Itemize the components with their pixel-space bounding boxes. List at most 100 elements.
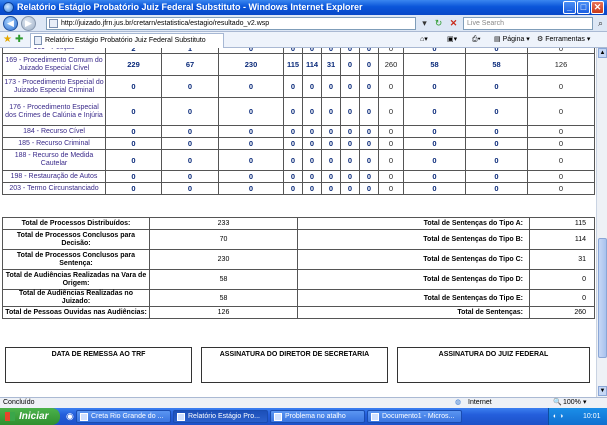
maximize-button[interactable]: □ xyxy=(577,1,590,14)
refresh-icon[interactable]: ↻ xyxy=(432,17,445,30)
signature-box-remessa: DATA DE REMESSA AO TRF xyxy=(5,347,192,383)
table-row: 198 - Restauração de Autos 0 0 0 0 0 0 0… xyxy=(2,170,595,183)
row-name: 169 - Procedimento Comum do Juizado Espe… xyxy=(2,53,106,76)
scroll-up-arrow-icon[interactable]: ▲ xyxy=(598,48,607,58)
task-label: Relatório Estágio Pro... xyxy=(188,413,260,420)
title-bar: Relatório Estágio Probatório Juiz Federa… xyxy=(0,0,607,15)
quick-launch-icon[interactable]: ◉ xyxy=(66,411,74,422)
cell: 0 xyxy=(302,125,322,138)
taskbar: Iniciar ◉ Creta Rio Grande do ... Relató… xyxy=(0,408,607,425)
print-icon[interactable]: ⎙▾ xyxy=(472,35,481,45)
total-value: 58 xyxy=(149,289,298,307)
row-name: 188 - Recurso de Medida Cautelar xyxy=(2,149,106,171)
signature-label: DATA DE REMESSA AO TRF xyxy=(51,351,146,358)
dropdown-arrow-icon[interactable]: ▾ xyxy=(418,17,431,30)
window-title: Relatório Estágio Probatório Juiz Federa… xyxy=(17,2,363,12)
cell: 0 xyxy=(218,97,284,126)
zone-text: Internet xyxy=(468,399,492,406)
total-value: 126 xyxy=(149,306,298,319)
cell: 0 xyxy=(359,182,379,195)
cell: 31 xyxy=(321,53,341,76)
row-name: 203 - Termo Circunstanciado xyxy=(2,182,106,195)
task-documento[interactable]: Documento1 - Micros... xyxy=(367,410,462,423)
home-icon[interactable]: ⌂▾ xyxy=(420,35,428,45)
vertical-scrollbar[interactable]: ▲ ▼ xyxy=(596,48,607,397)
cell: 0 xyxy=(527,170,595,183)
start-label: Iniciar xyxy=(19,411,49,422)
favorites-star-icon[interactable]: ★ xyxy=(3,34,12,46)
search-input[interactable]: Live Search xyxy=(463,17,593,30)
task-creta[interactable]: Creta Rio Grande do ... xyxy=(76,410,171,423)
cell: 0 xyxy=(218,137,284,150)
row-name: 173 - Procedimento Especial do Juizado E… xyxy=(2,75,106,98)
total-label: Total de Sentenças do Tipo B: xyxy=(297,229,530,250)
page-icon xyxy=(49,19,58,28)
cell: 0 xyxy=(321,182,341,195)
totals-row: Total de Processos Conclusos para Senten… xyxy=(2,249,595,270)
total-value: 260 xyxy=(529,306,595,319)
start-button[interactable]: Iniciar xyxy=(0,408,60,425)
task-label: Problema no atalho xyxy=(285,413,346,420)
total-value: 70 xyxy=(149,229,298,250)
table-row: 173 - Procedimento Especial do Juizado E… xyxy=(2,75,595,98)
cell: 0 xyxy=(527,182,595,195)
clock: 10:01 xyxy=(583,413,601,420)
tray-icons[interactable]: ◐ ◑ xyxy=(553,408,563,425)
ie-window: Relatório Estágio Probatório Juiz Federa… xyxy=(0,0,607,425)
total-label: Total de Sentenças do Tipo E: xyxy=(297,289,530,307)
cell: 0 xyxy=(527,149,595,171)
cell: 0 xyxy=(527,75,595,98)
cell: 0 xyxy=(283,137,303,150)
back-button[interactable]: ◀ xyxy=(3,16,18,31)
forward-button[interactable]: ▶ xyxy=(21,16,36,31)
total-value: 233 xyxy=(149,217,298,230)
cell: 0 xyxy=(302,75,322,98)
cell: 0 xyxy=(321,149,341,171)
scroll-thumb[interactable] xyxy=(598,238,607,358)
cell: 0 xyxy=(340,75,360,98)
signature-label: ASSINATURA DO DIRETOR DE SECRETARIA xyxy=(219,351,370,358)
cell: 0 xyxy=(105,182,162,195)
cell: 0 xyxy=(302,97,322,126)
cell: 0 xyxy=(161,75,219,98)
close-button[interactable]: ✕ xyxy=(591,1,604,14)
cell: 0 xyxy=(302,182,322,195)
task-relatorio[interactable]: Relatório Estágio Pro... xyxy=(173,410,268,423)
cell: 0 xyxy=(359,53,379,76)
system-tray: ◐ ◑ 10:01 xyxy=(548,408,607,425)
cell: 0 xyxy=(378,170,404,183)
add-favorites-icon[interactable]: ✚ xyxy=(15,34,23,46)
scroll-down-arrow-icon[interactable]: ▼ xyxy=(598,386,607,396)
page-menu[interactable]: ▤ Página ▾ xyxy=(494,35,530,45)
stop-icon[interactable]: ✕ xyxy=(447,17,460,30)
cell: 0 xyxy=(302,149,322,171)
zoom-level[interactable]: 100% xyxy=(563,398,581,408)
total-value: 115 xyxy=(529,217,595,230)
cell: 0 xyxy=(527,137,595,150)
tab-relatorio[interactable]: Relatório Estágio Probatório Juiz Federa… xyxy=(30,33,224,48)
minimize-button[interactable]: _ xyxy=(563,1,576,14)
cell: 0 xyxy=(403,149,466,171)
cell: 0 xyxy=(403,97,466,126)
app-icon xyxy=(80,413,88,421)
search-icon[interactable]: ⌕ xyxy=(594,17,607,30)
url-field[interactable]: http://juizado.jfrn.jus.br/cretarn/estat… xyxy=(46,17,416,30)
zoom-dropdown-icon[interactable]: ▾ xyxy=(583,398,587,408)
task-problema[interactable]: Problema no atalho xyxy=(270,410,365,423)
total-label: Total de Audiências Realizadas no Juizad… xyxy=(2,289,150,307)
tools-menu[interactable]: ⚙ Ferramentas ▾ xyxy=(537,35,590,45)
zoom-icon[interactable]: 🔍 xyxy=(553,398,562,408)
tab-label: Relatório Estágio Probatório Juiz Federa… xyxy=(45,37,206,44)
app-icon xyxy=(371,413,379,421)
cell: 58 xyxy=(465,53,528,76)
signature-label: ASSINATURA DO JUIZ FEDERAL xyxy=(438,351,549,358)
total-label: Total de Sentenças: xyxy=(297,306,530,319)
table-row: 185 - Recurso Criminal 0 0 0 0 0 0 0 0 0… xyxy=(2,137,595,150)
total-label: Total de Processos Conclusos para Decisã… xyxy=(2,229,150,250)
cell: 0 xyxy=(403,75,466,98)
cell: 0 xyxy=(378,149,404,171)
totals-row: Total de Audiências Realizadas na Vara d… xyxy=(2,269,595,290)
table-row: 169 - Procedimento Comum do Juizado Espe… xyxy=(2,53,595,76)
feeds-icon[interactable]: ▣▾ xyxy=(447,35,457,45)
cell: 0 xyxy=(403,182,466,195)
